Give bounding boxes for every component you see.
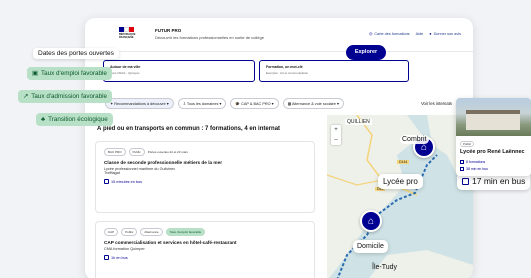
filter-recommandations[interactable]: ✦ Recommandations à découvrir ▾ [105, 98, 174, 109]
school-tag: Public [460, 141, 475, 147]
filter-domaines[interactable]: ⇩ Tous les domaines ▾ [177, 98, 227, 109]
logo-text: République Française [119, 33, 136, 39]
map-label-tudy: Île-Tudy [372, 264, 398, 271]
zoom-in-button[interactable]: + [331, 125, 341, 135]
item-tags: BAC PRO Public Portes ouvertes 22 et 23 … [104, 148, 306, 156]
map-icon: ◎ [368, 32, 373, 36]
list-item[interactable]: BAC PRO Public Portes ouvertes 22 et 23 … [95, 141, 315, 213]
tag-portes-ouvertes: Portes ouvertes 22 et 23 mars [147, 150, 188, 154]
bus-icon [460, 167, 464, 171]
domicile-label: Domicile [353, 240, 388, 253]
item-town: Treffiagat [104, 171, 120, 175]
feedback-icon: ● [429, 31, 432, 36]
briefcase-icon: ▣ [32, 70, 38, 77]
search-row: Autour de ma ville Pont-l'Abbé - Quimper… [103, 60, 453, 82]
badge-taux-emploi: ▣ Taux d'emploi favorable [27, 67, 112, 80]
badge-dates-portes-ouvertes: Dates des portes ouvertes [33, 48, 119, 59]
school-card[interactable]: Public Lycée pro René Laënnec 8 formatio… [456, 98, 531, 176]
list-item[interactable]: CAP Public Alternance Taux d'emploi favo… [95, 221, 315, 278]
home-marker-icon[interactable]: ⌂ [360, 210, 382, 232]
item-school: CMA formation Quimper [104, 247, 145, 251]
tag-cap: CAP [104, 228, 119, 236]
map-label-road2: D144 [397, 160, 410, 164]
explore-button[interactable]: Explorer [346, 45, 386, 60]
arrow-icon: ↗ [23, 93, 29, 100]
lycee-label: Lycée pro [378, 174, 423, 189]
map-label-combrit: Combrit [400, 135, 429, 144]
badge-taux-admission: ↗ Taux d'admission favorable [18, 90, 113, 103]
feedback-link[interactable]: ● Donner son avis [429, 32, 461, 36]
formation-field[interactable]: Formation, un mot-clé Exemple : Art et c… [259, 60, 409, 82]
filter-bar: ✦ Recommandations à découvrir ▾ ⇩ Tous l… [105, 98, 344, 109]
filter-cap-bac[interactable]: 🎓 CAP & BAC PRO ▾ [230, 98, 279, 109]
zoom-controls[interactable]: + – [331, 125, 341, 145]
school-title: Lycée pro René Laënnec [460, 149, 525, 155]
tag-public: Public [128, 148, 145, 156]
city-value: Pont-l'Abbé - Quimper [110, 71, 140, 75]
tag-alternance: Alternance [140, 228, 163, 236]
leaf-icon: ♣ [41, 116, 46, 123]
zoom-out-button[interactable]: – [331, 135, 341, 145]
tag-public: Public [121, 228, 138, 236]
school-photo [456, 98, 531, 136]
item-title: CAP commercialisation et services en hôt… [104, 240, 237, 245]
results-title: À pied ou en transports en commun : 7 fo… [97, 126, 281, 132]
city-label: Autour de ma ville [110, 65, 141, 69]
item-transport: 15 minutes en bus [104, 179, 306, 184]
header-nav: ◎ Carte des formations Aide ● Donner son… [369, 31, 461, 37]
item-transport: 1h en bus [104, 255, 306, 260]
badge-transition-ecologique: ♣ Transition écologique [36, 113, 113, 126]
formations-icon [460, 160, 464, 164]
school-formations: 8 formations [460, 160, 485, 164]
item-title: Classe de seconde professionnelle métier… [104, 160, 223, 165]
item-tags: CAP Public Alternance Taux d'emploi favo… [104, 228, 306, 236]
help-link[interactable]: Aide [416, 32, 424, 36]
bus-icon [104, 255, 109, 260]
app-title: FUTUR PRO [155, 28, 182, 33]
map-link[interactable]: ◎ Carte des formations [369, 31, 410, 36]
bus-icon [104, 179, 109, 184]
bus-icon [462, 177, 469, 185]
city-field[interactable]: Autour de ma ville Pont-l'Abbé - Quimper [103, 60, 255, 82]
tag-bac-pro: BAC PRO [104, 148, 126, 156]
map-label-quillien: QUILLIEN [345, 119, 372, 125]
app-subtitle: Découvrir les formations professionnelle… [155, 35, 264, 40]
filter-alternance[interactable]: ▦ Alternance & voie scolaire ▾ [282, 98, 344, 109]
school-time: 38 min en bus [460, 167, 488, 171]
formation-placeholder: Exemple : Art et communication [266, 71, 309, 75]
formation-label: Formation, un mot-clé [266, 65, 303, 69]
voir-internats-link[interactable]: Voir les internats [421, 101, 452, 106]
tag-emploi-favorable: Taux d'emploi favorable [165, 228, 206, 236]
header: République Française FUTUR PRO Découvrir… [85, 18, 473, 52]
